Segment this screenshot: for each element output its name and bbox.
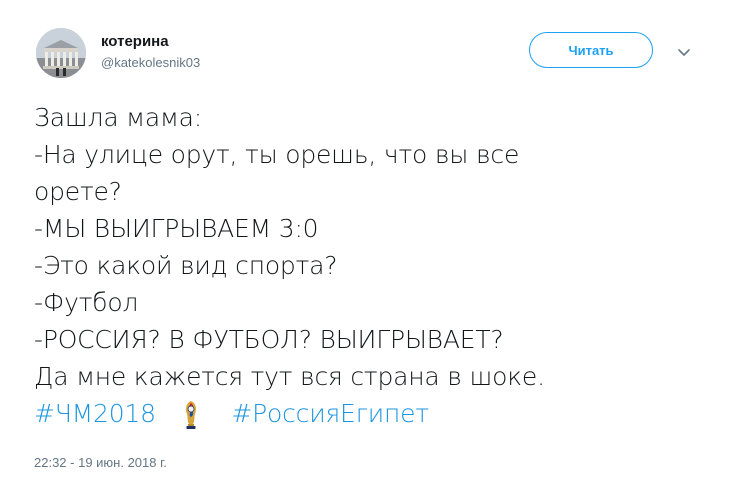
- tweet-timestamp[interactable]: 22:32 - 19 июн. 2018 г.: [34, 455, 167, 470]
- world-cup-2018-emblem-icon: [180, 400, 202, 430]
- tweet-line: -Футбол: [34, 288, 139, 317]
- tweet-line: Да мне кажется тут вся страна в шоке.: [34, 362, 545, 391]
- tweet-line: орете?: [34, 177, 122, 206]
- hashtag-link[interactable]: #ЧМ2018: [34, 399, 156, 428]
- tweet-card: котерина @katekolesnik03 Читать Зашла ма…: [0, 0, 730, 488]
- avatar[interactable]: [36, 28, 86, 78]
- tweet-line: -МЫ ВЫИГРЫВАЕМ 3:0: [34, 214, 319, 243]
- follow-button[interactable]: Читать: [529, 32, 653, 68]
- tweet-line: -На улице орут, ты орешь, что вы все: [34, 140, 520, 169]
- tweet-line: Зашла мама:: [34, 103, 202, 132]
- tweet-line: -РОССИЯ? В ФУТБОЛ? ВЫИГРЫВАЕТ?: [34, 325, 504, 354]
- author-display-name[interactable]: котерина: [101, 33, 169, 51]
- author-username[interactable]: @katekolesnik03: [101, 55, 200, 71]
- chevron-down-icon[interactable]: [676, 44, 692, 56]
- tweet-text: Зашла мама: -На улице орут, ты орешь, чт…: [34, 99, 704, 432]
- hashtag-link[interactable]: #РоссияЕгипет: [231, 399, 429, 428]
- tweet-line: -Это какой вид спорта?: [34, 251, 338, 280]
- hashtag-row: #ЧМ2018 #РоссияЕгипет: [34, 395, 704, 432]
